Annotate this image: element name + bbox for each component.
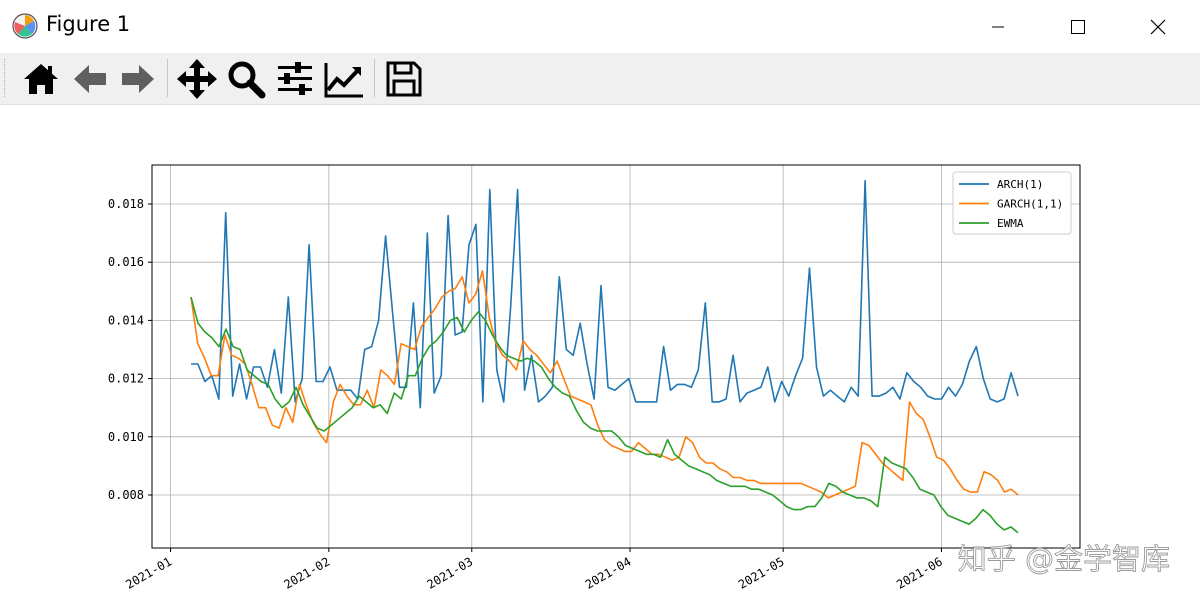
- back-button[interactable]: [68, 57, 112, 101]
- subplots-button[interactable]: [273, 57, 317, 101]
- series-line-arch-1: [191, 179, 1019, 409]
- navigation-toolbar: [0, 53, 1200, 105]
- move-icon: [177, 59, 217, 99]
- search-icon: [228, 61, 266, 99]
- x-tick-label: 2021-03: [424, 554, 475, 591]
- save-icon: [386, 61, 422, 97]
- x-tick-label: 2021-01: [123, 554, 174, 591]
- line-chart-icon: [324, 63, 363, 98]
- y-tick-label: 0.016: [108, 255, 144, 269]
- save-button[interactable]: [382, 57, 426, 101]
- x-tick-label: 2021-06: [894, 554, 945, 591]
- y-tick-label: 0.008: [108, 488, 144, 502]
- maximize-button[interactable]: [1038, 0, 1118, 53]
- x-tick-label: 2021-02: [282, 554, 333, 591]
- y-tick-label: 0.012: [108, 372, 144, 386]
- zoom-button[interactable]: [224, 57, 268, 101]
- legend-label: ARCH(1): [997, 178, 1043, 191]
- pan-button[interactable]: [175, 57, 219, 101]
- maximize-icon: [1071, 19, 1085, 34]
- axes-frame: [151, 164, 1081, 549]
- grid: [152, 165, 1080, 548]
- toolbar-separator: [374, 59, 375, 97]
- y-tick-label: 0.014: [108, 313, 144, 327]
- close-icon: [1150, 19, 1166, 34]
- series-lines: [190, 179, 1019, 534]
- toolbar-separator: [167, 59, 168, 97]
- y-tick-label: 0.010: [108, 430, 144, 444]
- edit-axis-button[interactable]: [322, 57, 366, 101]
- x-tick-label: 2021-04: [583, 554, 634, 591]
- close-button[interactable]: [1118, 0, 1198, 53]
- title-bar: Figure 1: [0, 0, 1200, 53]
- minimize-icon: [992, 26, 1004, 27]
- y-tick-label: 0.018: [108, 197, 144, 211]
- toolbar-grip: [4, 59, 8, 97]
- legend-label: GARCH(1,1): [997, 198, 1063, 211]
- home-button[interactable]: [19, 57, 63, 101]
- figure-canvas[interactable]: 0.008 0.010 0.012 0.014 0.016 0.018 2021-01 202…: [0, 105, 1200, 605]
- forward-button[interactable]: [116, 57, 160, 101]
- sliders-icon: [278, 62, 312, 95]
- window-title: Figure 1: [46, 12, 131, 36]
- home-icon: [24, 64, 58, 94]
- legend: ARCH(1) GARCH(1,1) EWMA: [952, 171, 1072, 235]
- legend-label: EWMA: [997, 217, 1024, 230]
- minimize-button[interactable]: [958, 0, 1038, 53]
- arrow-right-icon: [122, 65, 154, 93]
- arrow-left-icon: [74, 65, 106, 93]
- watermark-text: 知乎 @金学智库: [958, 542, 1170, 576]
- matplotlib-logo-icon: [12, 13, 38, 39]
- x-tick-label: 2021-05: [736, 554, 787, 591]
